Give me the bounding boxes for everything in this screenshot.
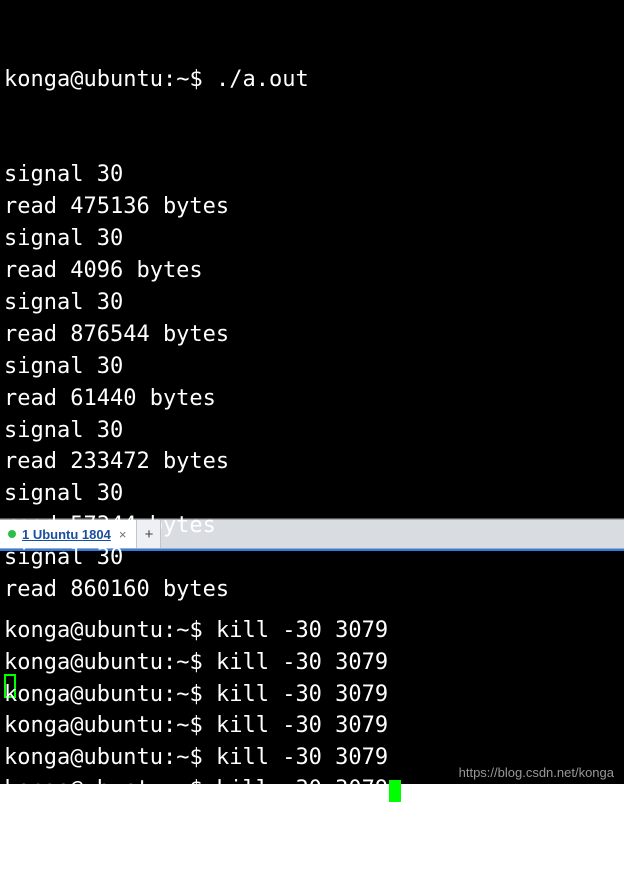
prompt-at: @	[70, 618, 83, 643]
prompt-line: konga@ubuntu:~$ kill -30 3079	[4, 710, 620, 742]
prompt-line: konga@ubuntu:~$ kill -30 3079	[4, 774, 620, 806]
close-icon[interactable]: ×	[117, 527, 129, 542]
prompt-line: konga@ubuntu:~$ kill -30 3079	[4, 679, 620, 711]
prompt-line: konga@ubuntu:~$ ./a.out	[4, 64, 620, 96]
prompt-host: ubuntu	[83, 777, 162, 802]
command-text: kill -30 3079	[216, 618, 388, 643]
prompt-at: @	[70, 713, 83, 738]
prompt-host: ubuntu	[83, 713, 162, 738]
prompt-colon: :	[163, 745, 176, 770]
prompt-line: konga@ubuntu:~$ kill -30 3079	[4, 647, 620, 679]
prompt-user: konga	[4, 618, 70, 643]
terminal-pane-top[interactable]: konga@ubuntu:~$ ./a.out signal 30read 47…	[0, 0, 624, 519]
tab-label: 1 Ubuntu 1804	[22, 527, 111, 542]
prompt-colon: :	[163, 777, 176, 802]
output-line: signal 30	[4, 478, 620, 510]
prompt-line: konga@ubuntu:~$ kill -30 3079	[4, 615, 620, 647]
prompt-user: konga	[4, 650, 70, 675]
prompt-symbol: $	[189, 618, 202, 643]
prompt-space	[203, 682, 216, 707]
prompt-colon: :	[163, 618, 176, 643]
window: konga@ubuntu:~$ ./a.out signal 30read 47…	[0, 0, 624, 788]
prompt-at: @	[70, 682, 83, 707]
prompt-colon: :	[163, 67, 176, 92]
prompt-path: ~	[176, 777, 189, 802]
output-block: konga@ubuntu:~$ kill -30 3079konga@ubunt…	[4, 615, 620, 806]
prompt-path: ~	[176, 682, 189, 707]
prompt-symbol: $	[189, 713, 202, 738]
command-text: kill -30 3079	[216, 745, 388, 770]
prompt-host: ubuntu	[83, 745, 162, 770]
output-line: read 4096 bytes	[4, 255, 620, 287]
prompt-user: konga	[4, 745, 70, 770]
prompt-path: ~	[176, 713, 189, 738]
tab-ubuntu-1804[interactable]: 1 Ubuntu 1804 ×	[0, 520, 137, 548]
add-tab-button[interactable]: +	[137, 520, 161, 548]
output-line: signal 30	[4, 287, 620, 319]
prompt-path: ~	[176, 618, 189, 643]
command-text: kill -30 3079	[216, 682, 388, 707]
prompt-line: konga@ubuntu:~$ kill -30 3079	[4, 742, 620, 774]
prompt-user: konga	[4, 777, 70, 802]
prompt-space	[203, 745, 216, 770]
prompt-path: ~	[176, 650, 189, 675]
command-text: kill -30 3079	[216, 777, 388, 802]
prompt-space	[203, 650, 216, 675]
prompt-symbol: $	[189, 650, 202, 675]
prompt-host: ubuntu	[83, 67, 162, 92]
status-dot-icon	[8, 530, 16, 538]
prompt-symbol: $	[189, 67, 202, 92]
prompt-colon: :	[163, 713, 176, 738]
output-line: signal 30	[4, 351, 620, 383]
prompt-space	[203, 777, 216, 802]
prompt-user: konga	[4, 67, 70, 92]
prompt-at: @	[70, 745, 83, 770]
prompt-at: @	[70, 777, 83, 802]
output-line: signal 30	[4, 159, 620, 191]
prompt-space	[203, 618, 216, 643]
command-text: kill -30 3079	[216, 650, 388, 675]
prompt-symbol: $	[189, 745, 202, 770]
output-line: signal 30	[4, 223, 620, 255]
output-line: read 61440 bytes	[4, 383, 620, 415]
prompt-space	[203, 67, 216, 92]
output-line: read 876544 bytes	[4, 319, 620, 351]
cursor-icon	[389, 780, 401, 802]
command-text: kill -30 3079	[216, 713, 388, 738]
prompt-symbol: $	[189, 682, 202, 707]
prompt-user: konga	[4, 713, 70, 738]
prompt-path: ~	[176, 745, 189, 770]
output-line: read 233472 bytes	[4, 446, 620, 478]
prompt-host: ubuntu	[83, 682, 162, 707]
output-line: read 475136 bytes	[4, 191, 620, 223]
prompt-host: ubuntu	[83, 618, 162, 643]
prompt-space	[203, 713, 216, 738]
prompt-at: @	[70, 650, 83, 675]
plus-icon: +	[145, 526, 154, 543]
prompt-host: ubuntu	[83, 650, 162, 675]
prompt-colon: :	[163, 650, 176, 675]
prompt-user: konga	[4, 682, 70, 707]
prompt-at: @	[70, 67, 83, 92]
tab-bar: 1 Ubuntu 1804 × +	[0, 519, 624, 549]
prompt-symbol: $	[189, 777, 202, 802]
output-line: signal 30	[4, 415, 620, 447]
prompt-path: ~	[176, 67, 189, 92]
prompt-colon: :	[163, 682, 176, 707]
command-text: ./a.out	[216, 67, 309, 92]
